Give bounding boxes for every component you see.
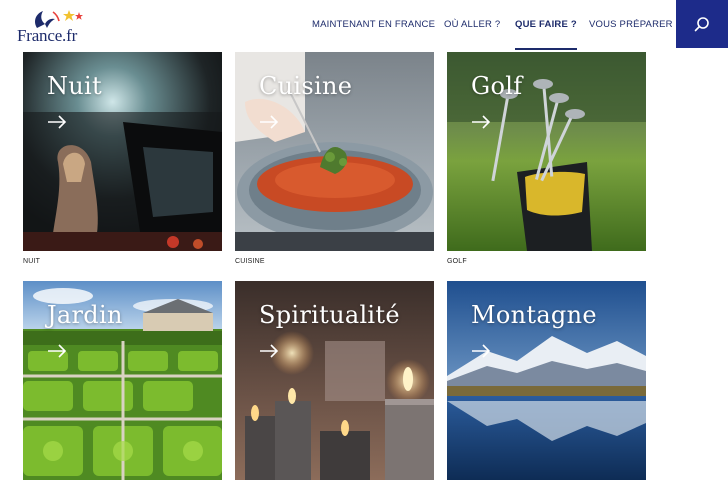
card-caption-golf: GOLF <box>447 258 467 265</box>
arrow-right-icon <box>260 344 279 358</box>
arrow-right-icon <box>48 344 67 358</box>
site-header: France.fr MAINTENANT EN FRANCE OÙ ALLER … <box>0 0 728 50</box>
card-title-jardin: Jardin <box>47 301 123 329</box>
arrow-right-icon <box>472 115 491 129</box>
card-image-spiritualite: Spiritualité <box>235 281 434 480</box>
card-title-spiritualite: Spiritualité <box>259 301 400 329</box>
arrow-right-icon <box>260 115 279 129</box>
arrow-right-icon <box>472 344 491 358</box>
card-image-montagne: Montagne <box>447 281 646 480</box>
card-title-golf: Golf <box>471 72 523 100</box>
logo-text: France.fr <box>17 26 78 45</box>
search-icon <box>694 17 709 32</box>
card-title-nuit: Nuit <box>47 72 102 100</box>
card-jardin[interactable]: Jardin <box>23 281 222 480</box>
card-title-cuisine: Cuisine <box>259 72 353 100</box>
search-button[interactable] <box>676 0 728 48</box>
card-montagne[interactable]: Montagne <box>447 281 646 480</box>
card-caption-nuit: NUIT <box>23 258 41 265</box>
nav-item-vous-preparer[interactable]: VOUS PRÉPARER <box>589 19 673 49</box>
card-golf[interactable]: Golf GOLF <box>447 52 646 265</box>
nav-item-ou-aller[interactable]: OÙ ALLER ? <box>444 19 500 49</box>
card-title-montagne: Montagne <box>471 301 597 329</box>
nav-item-maintenant-en-france[interactable]: MAINTENANT EN FRANCE <box>312 19 435 49</box>
france-fr-logo[interactable]: France.fr <box>17 8 97 46</box>
card-image-nuit: Nuit <box>23 52 222 251</box>
arrow-right-icon <box>48 115 67 129</box>
card-image-cuisine: Cuisine <box>235 52 434 251</box>
nav-item-que-faire[interactable]: QUE FAIRE ? <box>515 19 577 50</box>
card-cuisine[interactable]: Cuisine CUISINE <box>235 52 434 265</box>
card-caption-cuisine: CUISINE <box>235 258 265 265</box>
card-spiritualite[interactable]: Spiritualité <box>235 281 434 480</box>
card-image-jardin: Jardin <box>23 281 222 480</box>
card-nuit[interactable]: Nuit NUIT <box>23 52 222 265</box>
card-image-golf: Golf <box>447 52 646 251</box>
